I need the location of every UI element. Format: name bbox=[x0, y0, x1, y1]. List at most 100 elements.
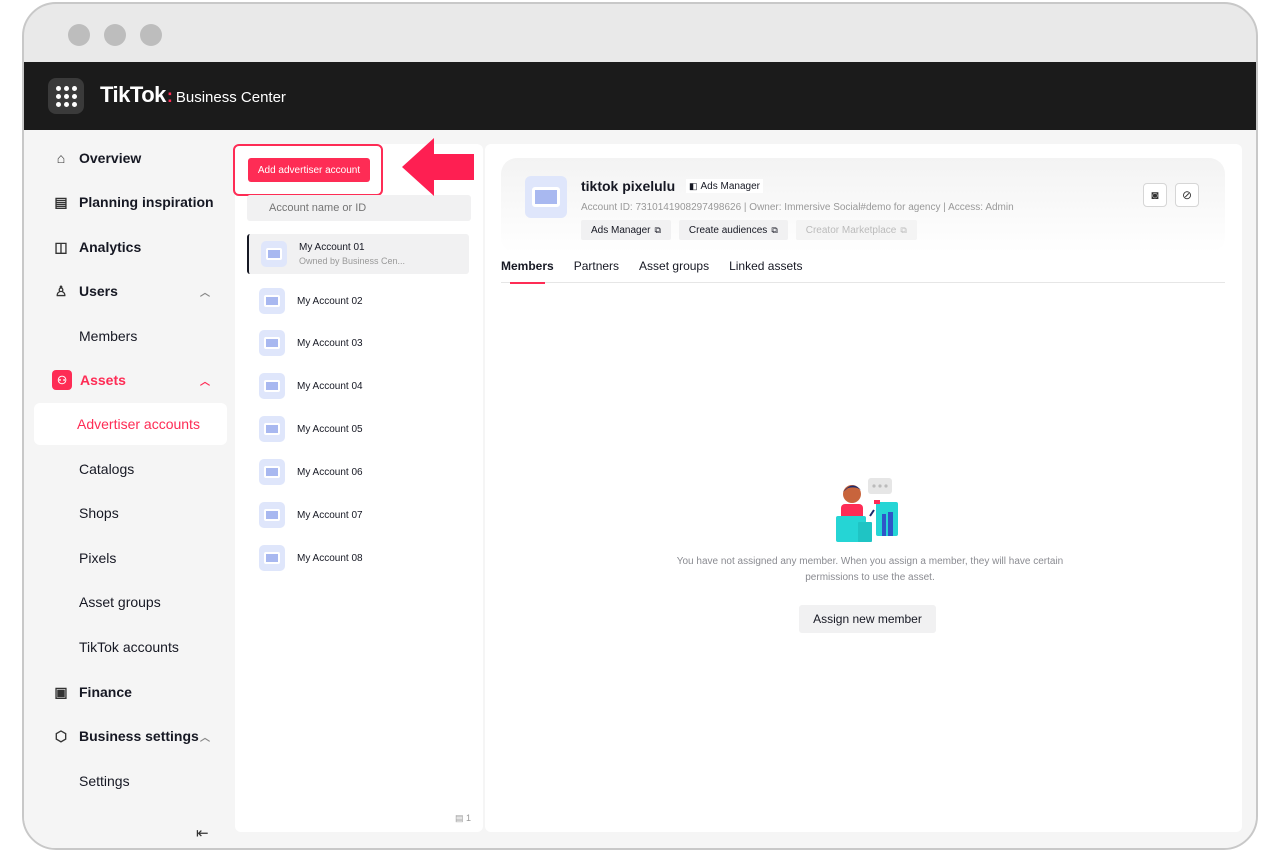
sidebar-item-planning[interactable]: ▤ Planning inspiration bbox=[36, 181, 226, 223]
account-list-item[interactable]: My Account 06 bbox=[247, 452, 469, 492]
sidebar-item-label: Users bbox=[79, 283, 118, 299]
account-icon bbox=[261, 241, 287, 267]
account-name: My Account 03 bbox=[297, 337, 363, 349]
account-icon bbox=[259, 502, 285, 528]
detail-tabs: Members Partners Asset groups Linked ass… bbox=[501, 259, 1225, 284]
sidebar-item-advertiser-accounts[interactable]: Advertiser accounts bbox=[34, 403, 227, 445]
app-menu-grid-icon[interactable] bbox=[48, 78, 84, 114]
sidebar-item-overview[interactable]: ⌂ Overview bbox=[36, 137, 226, 179]
account-owner: Owned by Business Cen... bbox=[299, 256, 406, 266]
tab-partners[interactable]: Partners bbox=[574, 259, 619, 283]
account-icon bbox=[259, 373, 285, 399]
account-icon bbox=[525, 176, 567, 218]
account-detail-panel: tiktok pixelulu ◧ Ads Manager Account ID… bbox=[485, 144, 1242, 832]
pointer-arrow-icon bbox=[402, 138, 474, 196]
chevron-up-icon: ︿ bbox=[200, 732, 210, 744]
account-list-item[interactable]: My Account 01 Owned by Business Cen... bbox=[247, 234, 469, 274]
account-name: My Account 06 bbox=[297, 466, 363, 478]
tab-asset-groups[interactable]: Asset groups bbox=[639, 259, 709, 283]
sidebar-item-members[interactable]: Members bbox=[36, 315, 226, 357]
account-icon bbox=[259, 459, 285, 485]
tab-linked-assets[interactable]: Linked assets bbox=[729, 259, 802, 283]
sidebar-item-business-settings[interactable]: ⬡ Business settings ︿ bbox=[36, 715, 226, 757]
account-header-card: tiktok pixelulu ◧ Ads Manager Account ID… bbox=[501, 158, 1225, 253]
account-meta: Account ID: 7310141908297498626 | Owner:… bbox=[581, 202, 1014, 213]
account-list-item[interactable]: My Account 02 bbox=[247, 281, 469, 321]
account-icon bbox=[259, 330, 285, 356]
external-link-icon: ⧉ bbox=[900, 224, 907, 235]
ads-manager-link-button[interactable]: Ads Manager ⧉ bbox=[581, 220, 671, 240]
sidebar-item-label: Shops bbox=[79, 505, 119, 521]
analytics-icon: ◫ bbox=[54, 238, 68, 255]
account-list-item[interactable]: My Account 07 bbox=[247, 495, 469, 535]
sidebar-item-assets[interactable]: ⚇ Assets ︿ bbox=[36, 359, 226, 401]
sidebar-item-users[interactable]: ♙ Users ︿ bbox=[36, 270, 226, 312]
brand-product: Business Center bbox=[175, 89, 286, 106]
sidebar-item-label: Assets bbox=[80, 372, 126, 388]
page-icon: ▤ bbox=[454, 813, 466, 823]
assign-new-member-button[interactable]: Assign new member bbox=[799, 605, 936, 633]
disable-account-icon-button[interactable]: ⊘ bbox=[1175, 183, 1199, 207]
badge-label: Ads Manager bbox=[700, 180, 760, 192]
account-links: Ads Manager ⧉ Create audiences ⧉ Creator M… bbox=[581, 220, 917, 240]
account-name: My Account 08 bbox=[297, 552, 363, 564]
search-input[interactable] bbox=[247, 195, 471, 221]
pagination: ▤ 1 bbox=[455, 813, 471, 824]
account-title: tiktok pixelulu bbox=[581, 178, 676, 194]
empty-state-illustration bbox=[836, 478, 898, 542]
brand-logo[interactable]: TikTok: Business Center bbox=[100, 82, 286, 108]
sidebar-item-shops[interactable]: Shops bbox=[36, 492, 226, 534]
assets-icon: ⚇ bbox=[52, 370, 72, 390]
planning-icon: ▤ bbox=[54, 193, 68, 210]
sidebar-item-label: Catalogs bbox=[79, 461, 135, 477]
account-list-item[interactable]: My Account 08 bbox=[247, 538, 469, 578]
sidebar-item-settings[interactable]: Settings bbox=[36, 760, 226, 802]
account-name: My Account 02 bbox=[297, 295, 363, 307]
sidebar-item-catalogs[interactable]: Catalogs bbox=[36, 448, 226, 490]
sidebar-item-label: Advertiser accounts bbox=[77, 416, 200, 432]
settings-icon: ⬡ bbox=[54, 727, 68, 744]
empty-state-message: You have not assigned any member. When y… bbox=[676, 556, 1064, 583]
sidebar-item-label: Planning inspiration bbox=[79, 194, 214, 210]
create-audiences-link-button[interactable]: Create audiences ⧉ bbox=[678, 220, 788, 240]
sidebar-item-pixels[interactable]: Pixels bbox=[36, 537, 226, 579]
sidebar-item-label: Pixels bbox=[79, 550, 117, 566]
account-name: My Account 07 bbox=[297, 509, 363, 521]
creator-marketplace-link-button: Creator Marketplace ⧉ bbox=[795, 220, 917, 240]
window-controls bbox=[68, 24, 162, 46]
account-list-item[interactable]: My Account 03 bbox=[247, 323, 469, 363]
tab-members[interactable]: Members bbox=[501, 259, 554, 284]
link-label: Creator Marketplace bbox=[805, 224, 897, 236]
main-content: ⌂ Overview ▤ Planning inspiration ◫ Anal… bbox=[24, 130, 1256, 848]
sidebar-item-label: Overview bbox=[79, 150, 142, 166]
finance-icon: ▣ bbox=[54, 683, 68, 700]
account-icon bbox=[259, 288, 285, 314]
chevron-up-icon: ︿ bbox=[200, 287, 210, 299]
sidebar-item-analytics[interactable]: ◫ Analytics bbox=[36, 226, 226, 268]
collapse-sidebar-icon[interactable]: ⇤ bbox=[196, 824, 209, 842]
account-name: My Account 05 bbox=[297, 423, 363, 435]
external-link-icon: ⧉ bbox=[771, 224, 778, 235]
account-icon bbox=[259, 416, 285, 442]
ads-manager-badge: ◧ Ads Manager bbox=[686, 179, 763, 193]
window-dot[interactable] bbox=[68, 24, 90, 46]
sidebar-item-label: Business settings bbox=[79, 728, 199, 744]
block-icon: ⊘ bbox=[1181, 188, 1193, 202]
account-list-item[interactable]: My Account 05 bbox=[247, 409, 469, 449]
sidebar-item-tiktok-accounts[interactable]: TikTok accounts bbox=[36, 626, 226, 668]
ads-manager-icon: ◧ bbox=[689, 180, 698, 191]
add-advertiser-account-button[interactable]: Add advertiser account bbox=[248, 158, 370, 182]
home-icon: ⌂ bbox=[56, 150, 66, 166]
document-settings-icon: ◙ bbox=[1151, 188, 1159, 202]
account-icon bbox=[259, 545, 285, 571]
account-list-item[interactable]: My Account 04 bbox=[247, 366, 469, 406]
external-link-icon: ⧉ bbox=[654, 224, 661, 235]
sidebar-item-finance[interactable]: ▣ Finance bbox=[36, 671, 226, 713]
sidebar: ⌂ Overview ▤ Planning inspiration ◫ Anal… bbox=[24, 130, 234, 848]
top-navigation-bar: TikTok: Business Center bbox=[24, 62, 1256, 130]
account-name: My Account 04 bbox=[297, 380, 363, 392]
account-settings-icon-button[interactable]: ◙ bbox=[1143, 183, 1167, 207]
window-dot[interactable] bbox=[140, 24, 162, 46]
window-dot[interactable] bbox=[104, 24, 126, 46]
sidebar-item-asset-groups[interactable]: Asset groups bbox=[36, 581, 226, 623]
